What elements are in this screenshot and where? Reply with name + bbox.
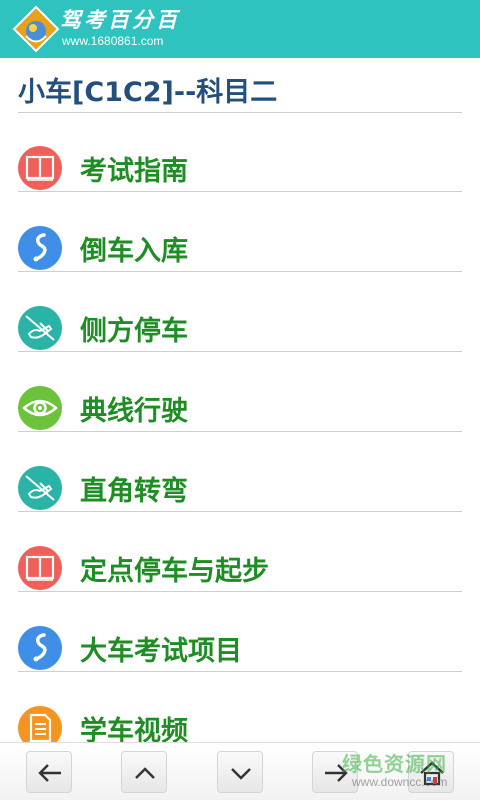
route-icon bbox=[18, 226, 62, 270]
item-divider bbox=[18, 671, 462, 672]
brand-title: 驾考百分百 bbox=[60, 7, 180, 32]
list-item-right-angle-turn[interactable]: 直角转弯 bbox=[0, 448, 480, 528]
forward-arrow-icon bbox=[325, 764, 348, 782]
hand-writing-icon bbox=[18, 306, 62, 350]
up-chevron-icon bbox=[135, 767, 155, 779]
item-divider bbox=[18, 271, 462, 272]
back-button[interactable] bbox=[26, 751, 72, 793]
item-divider bbox=[18, 431, 462, 432]
home-icon bbox=[420, 761, 444, 786]
back-arrow-icon bbox=[38, 764, 61, 782]
list-item-fixed-point-stop[interactable]: 定点停车与起步 bbox=[0, 528, 480, 608]
item-divider bbox=[18, 351, 462, 352]
item-divider bbox=[18, 191, 462, 192]
list-item-label: 大车考试项目 bbox=[80, 636, 242, 667]
list-item-exam-guide[interactable]: 考试指南 bbox=[0, 128, 480, 208]
list-item-label: 定点停车与起步 bbox=[80, 556, 269, 587]
bottom-toolbar bbox=[0, 742, 480, 800]
list-item-curve-driving[interactable]: 典线行驶 bbox=[0, 368, 480, 448]
list-item-reverse-parking[interactable]: 倒车入库 bbox=[0, 208, 480, 288]
list-item-label: 直角转弯 bbox=[80, 476, 188, 507]
down-chevron-icon bbox=[231, 768, 251, 780]
eye-icon bbox=[18, 386, 62, 430]
title-divider bbox=[18, 112, 462, 113]
list-item-side-parking[interactable]: 侧方停车 bbox=[0, 288, 480, 368]
hand-writing-icon bbox=[18, 466, 62, 510]
list-item-label: 倒车入库 bbox=[80, 236, 188, 267]
list-item-large-vehicle-exam[interactable]: 大车考试项目 bbox=[0, 608, 480, 688]
item-divider bbox=[18, 591, 462, 592]
list-item-label: 侧方停车 bbox=[80, 316, 188, 347]
logo-icon bbox=[12, 5, 60, 53]
menu-list: 考试指南 倒车入库 侧方停车 典线行驶 直角转弯 定点停车与起步 大车考试项目 … bbox=[0, 128, 480, 768]
list-item-label: 典线行驶 bbox=[80, 396, 188, 427]
route-icon bbox=[18, 626, 62, 670]
brand-url: www.1680861.com bbox=[62, 34, 164, 48]
book-icon bbox=[18, 146, 62, 190]
book-icon bbox=[18, 546, 62, 590]
scroll-down-button[interactable] bbox=[217, 751, 263, 793]
forward-button[interactable] bbox=[312, 751, 358, 793]
page-title: 小车[C1C2]--科目二 bbox=[18, 77, 278, 108]
item-divider bbox=[18, 511, 462, 512]
app-header: 驾考百分百 www.1680861.com bbox=[0, 0, 480, 58]
list-item-label: 考试指南 bbox=[80, 156, 188, 187]
home-button[interactable] bbox=[408, 751, 454, 793]
scroll-up-button[interactable] bbox=[121, 751, 167, 793]
